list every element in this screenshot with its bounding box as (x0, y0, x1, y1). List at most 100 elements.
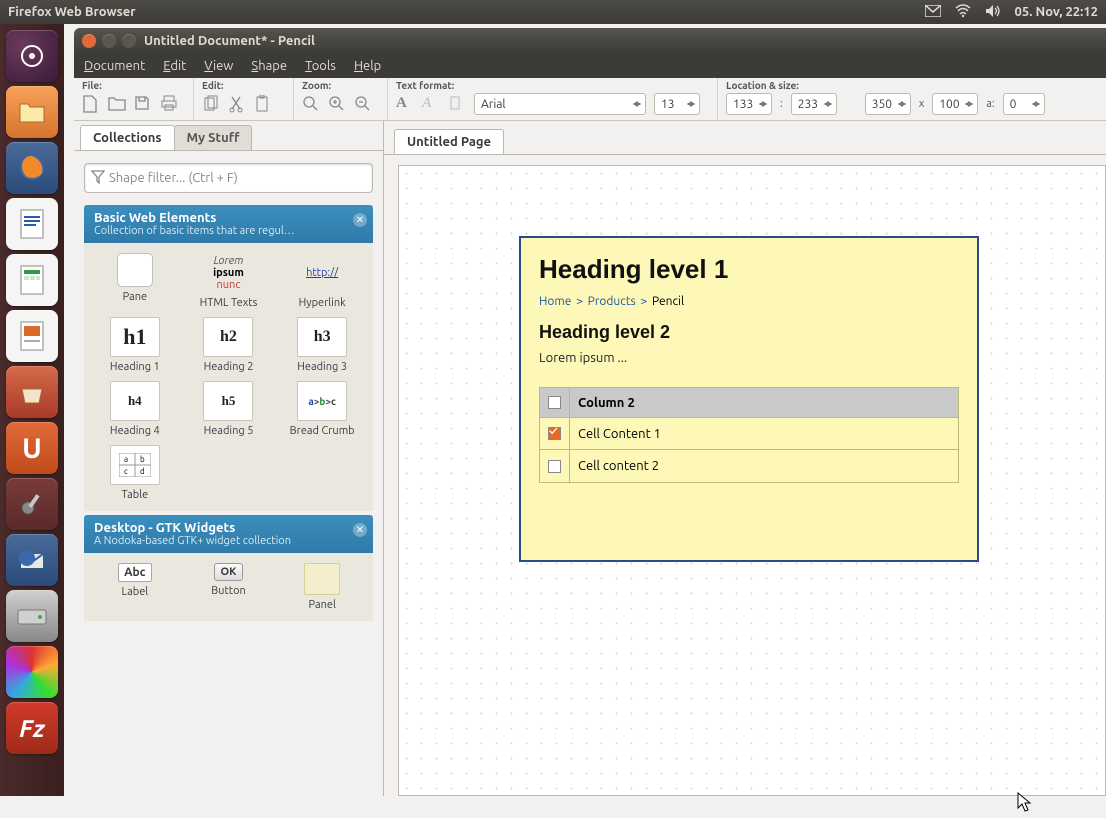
canvas[interactable]: Heading level 1 Home > Products > Pencil… (398, 165, 1106, 796)
launcher-firefox[interactable] (6, 142, 58, 194)
launcher-calc[interactable] (6, 254, 58, 306)
zoom-out-icon[interactable] (354, 95, 372, 113)
row2-checkbox[interactable] (548, 460, 561, 473)
wifi-icon[interactable] (955, 4, 971, 21)
window-close-button[interactable] (82, 34, 96, 48)
toolbar: File: Edit: Zoom: Te (74, 78, 1106, 121)
bc-products[interactable]: Products (588, 295, 636, 308)
page-tabs: Untitled Page (384, 121, 1106, 155)
indicator-area: 05. Nov, 22:12 (925, 4, 1098, 21)
angle-spin[interactable]: 0 (1003, 93, 1045, 115)
launcher-software[interactable] (6, 366, 58, 418)
pos-x-spin[interactable]: 133 (726, 93, 772, 115)
menu-help[interactable]: Help (354, 59, 381, 73)
shape-label[interactable]: AbcLabel (90, 563, 180, 611)
text-style-icon[interactable] (448, 95, 466, 113)
h1-text: Heading level 1 (539, 254, 959, 285)
shape-panel[interactable]: Panel (277, 563, 367, 611)
font-size-spin[interactable]: 13 (654, 93, 700, 115)
shape-h4[interactable]: h4Heading 4 (90, 381, 180, 437)
shape-html-texts[interactable]: LoremipsumnuncHTML Texts (184, 253, 274, 309)
open-icon[interactable] (108, 95, 126, 113)
active-app-title: Firefox Web Browser (8, 5, 925, 19)
shape-hyperlink[interactable]: http://Hyperlink (277, 253, 367, 309)
volume-icon[interactable] (985, 4, 1001, 21)
menu-document[interactable]: Document (84, 59, 145, 73)
category-basic-web-body: Pane LoremipsumnuncHTML Texts http://Hyp… (84, 243, 373, 511)
page-tab-untitled[interactable]: Untitled Page (394, 129, 504, 154)
category-gtk-body: AbcLabel OKButton Panel (84, 553, 373, 621)
zoom-reset-icon[interactable] (302, 95, 320, 113)
canvas-pane: Untitled Page Heading level 1 Home > Pro… (384, 121, 1106, 796)
font-family-combo[interactable]: Arial (474, 93, 646, 115)
launcher-impress[interactable] (6, 310, 58, 362)
angle-label: a: (986, 98, 994, 110)
header-checkbox[interactable] (548, 396, 561, 409)
launcher-files[interactable] (6, 86, 58, 138)
menu-shape[interactable]: Shape (251, 59, 287, 73)
toolbar-file-label: File: (82, 80, 185, 91)
category-gtk[interactable]: Desktop - GTK Widgets A Nodoka-based GTK… (84, 515, 373, 553)
svg-text:b: b (140, 455, 145, 464)
bc-home[interactable]: Home (539, 295, 571, 308)
menu-view[interactable]: View (204, 59, 233, 73)
table-header: Column 2 (540, 388, 958, 418)
close-icon[interactable]: ✕ (353, 213, 367, 227)
shape-h5[interactable]: h5Heading 5 (184, 381, 274, 437)
copy-icon[interactable] (202, 95, 220, 113)
window-titlebar[interactable]: Untitled Document* - Pencil (74, 28, 1106, 54)
toolbar-text-label: Text format: (396, 80, 709, 91)
paragraph: Lorem ipsum ... (539, 351, 959, 365)
mail-icon[interactable] (925, 5, 941, 20)
text-italic-icon[interactable]: A (422, 95, 440, 113)
table-row: Cell Content 1 (540, 418, 958, 450)
shape-filter-input[interactable]: Shape filter... (Ctrl + F) (84, 163, 373, 193)
launcher-filezilla[interactable]: Fz (6, 702, 58, 754)
pos-y-spin[interactable]: 233 (791, 93, 837, 115)
launcher-settings[interactable] (6, 478, 58, 530)
toolbar-zoom-label: Zoom: (302, 80, 379, 91)
svg-text:a: a (124, 455, 128, 464)
close-icon[interactable]: ✕ (353, 523, 367, 537)
tab-collections[interactable]: Collections (80, 125, 175, 150)
shape-h1[interactable]: h1Heading 1 (90, 317, 180, 373)
launcher-writer[interactable] (6, 198, 58, 250)
print-icon[interactable] (160, 95, 178, 113)
selected-object[interactable]: Heading level 1 Home > Products > Pencil… (519, 236, 979, 562)
zoom-in-icon[interactable] (328, 95, 346, 113)
shape-button[interactable]: OKButton (184, 563, 274, 611)
cut-icon[interactable] (228, 95, 246, 113)
paste-icon[interactable] (254, 95, 272, 113)
shape-table[interactable]: abcdTable (90, 445, 180, 501)
menubar: Document Edit View Shape Tools Help (74, 54, 1106, 78)
shape-pane[interactable]: Pane (90, 253, 180, 309)
row2-cell: Cell content 2 (570, 459, 958, 473)
launcher-color[interactable] (6, 646, 58, 698)
size-w-spin[interactable]: 350 (865, 93, 911, 115)
window-body: Collections My Stuff Shape filter... (Ct… (74, 121, 1106, 796)
save-icon[interactable] (134, 95, 152, 113)
window-minimize-button[interactable] (102, 34, 116, 48)
h2-text: Heading level 2 (539, 322, 959, 343)
menu-tools[interactable]: Tools (305, 59, 336, 73)
shape-breadcrumb[interactable]: a > b > cBread Crumb (277, 381, 367, 437)
new-doc-icon[interactable] (82, 95, 100, 113)
shape-panel: Collections My Stuff Shape filter... (Ct… (74, 121, 384, 796)
shape-h2[interactable]: h2Heading 2 (184, 317, 274, 373)
menu-edit[interactable]: Edit (163, 59, 186, 73)
launcher-disk[interactable] (6, 590, 58, 642)
text-color-icon[interactable]: A (396, 95, 414, 113)
category-basic-web[interactable]: Basic Web Elements Collection of basic i… (84, 205, 373, 243)
window-maximize-button[interactable] (122, 34, 136, 48)
gnome-top-panel: Firefox Web Browser 05. Nov, 22:12 (0, 0, 1106, 24)
table-row: Cell content 2 (540, 450, 958, 482)
row1-cell: Cell Content 1 (570, 427, 958, 441)
shape-h3[interactable]: h3Heading 3 (277, 317, 367, 373)
clock[interactable]: 05. Nov, 22:12 (1015, 5, 1098, 19)
launcher-dash[interactable] (6, 30, 58, 82)
launcher-ubuntu-one[interactable]: U (6, 422, 58, 474)
tab-mystuff[interactable]: My Stuff (174, 125, 253, 150)
launcher-thunderbird[interactable] (6, 534, 58, 586)
size-h-spin[interactable]: 100 (932, 93, 978, 115)
row1-checkbox[interactable] (548, 427, 561, 440)
